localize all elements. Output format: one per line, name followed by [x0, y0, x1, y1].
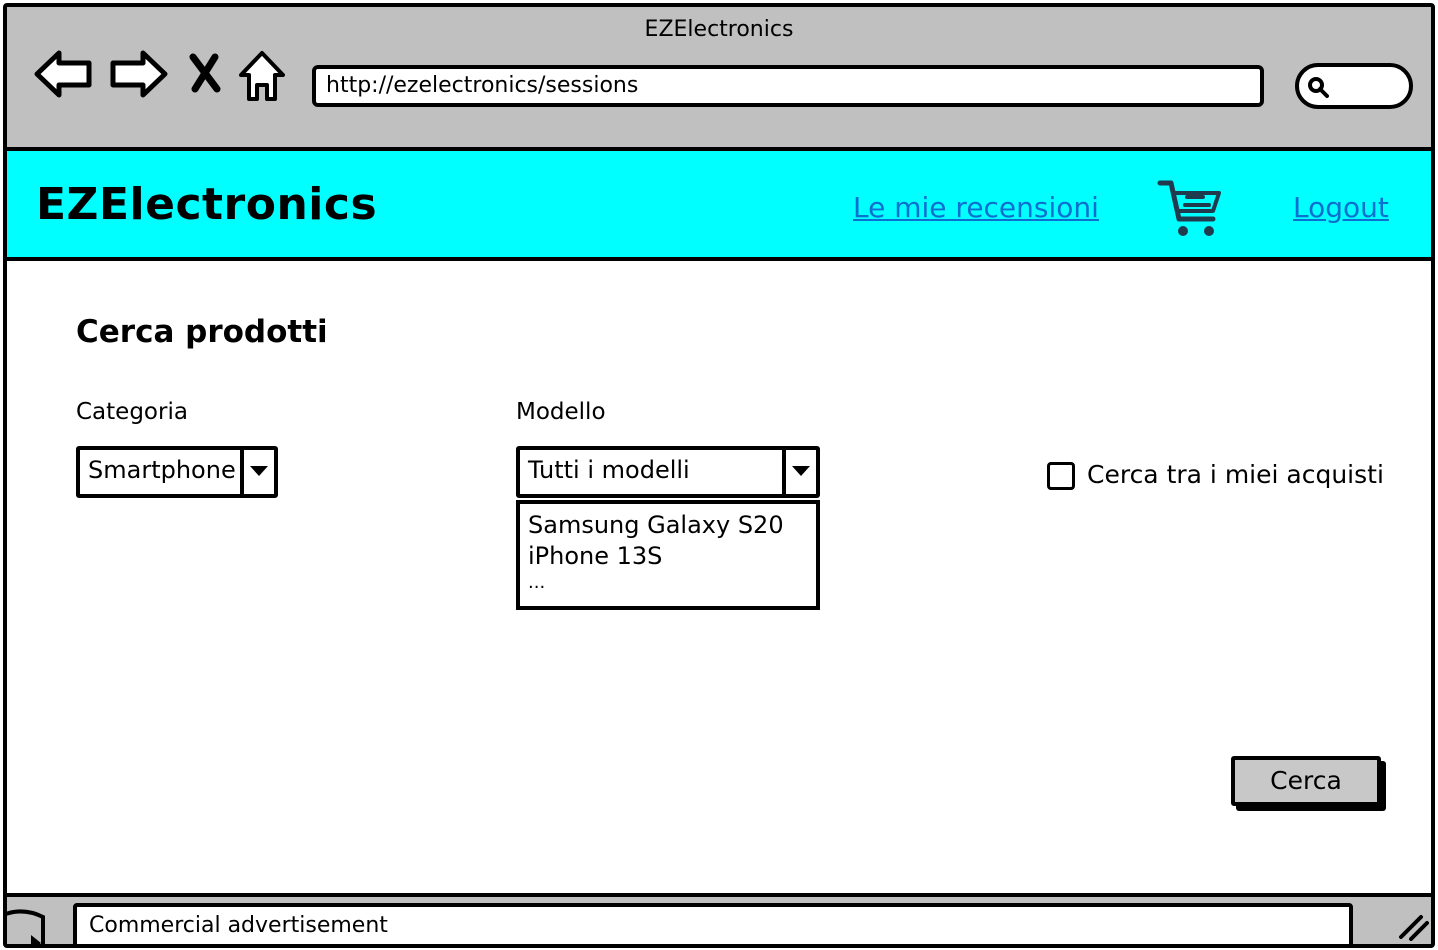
- arrow-right-icon[interactable]: [107, 47, 169, 101]
- logout-link[interactable]: Logout: [1293, 191, 1389, 224]
- speaker-icon: [7, 897, 53, 944]
- category-label: Categoria: [76, 399, 188, 425]
- search-icon: [1307, 76, 1329, 102]
- model-label: Modello: [516, 399, 606, 425]
- browser-search-field[interactable]: [1295, 63, 1413, 109]
- my-reviews-link[interactable]: Le mie recensioni: [853, 191, 1099, 224]
- ad-bar: Commercial advertisement: [7, 893, 1431, 944]
- chevron-down-icon[interactable]: [240, 450, 274, 494]
- purchases-checkbox-label: Cerca tra i miei acquisti: [1087, 460, 1384, 489]
- purchases-checkbox[interactable]: [1047, 462, 1075, 490]
- category-select-value: Smartphone: [88, 456, 236, 484]
- home-icon[interactable]: [237, 49, 287, 103]
- page-title: Cerca prodotti: [76, 314, 328, 350]
- model-option[interactable]: ...: [520, 572, 816, 594]
- site-header: EZElectronics Le mie recensioni Logout: [7, 147, 1431, 261]
- browser-window: EZElectronics http://ezelectronics/sessi…: [3, 3, 1435, 948]
- model-option[interactable]: Samsung Galaxy S20: [520, 510, 816, 541]
- advertisement-banner[interactable]: Commercial advertisement: [73, 903, 1353, 944]
- model-option[interactable]: iPhone 13S: [520, 541, 816, 572]
- model-select[interactable]: Tutti i modelli: [516, 446, 820, 498]
- url-bar[interactable]: http://ezelectronics/sessions: [312, 65, 1264, 107]
- close-icon[interactable]: [187, 53, 223, 93]
- model-select-value: Tutti i modelli: [528, 456, 690, 484]
- model-dropdown-list: Samsung Galaxy S20 iPhone 13S ...: [516, 500, 820, 610]
- arrow-left-icon[interactable]: [33, 47, 95, 101]
- brand-logo-text[interactable]: EZElectronics: [36, 179, 377, 230]
- category-select[interactable]: Smartphone: [76, 446, 278, 498]
- window-title: EZElectronics: [644, 17, 794, 42]
- search-submit-button[interactable]: Cerca: [1231, 756, 1381, 806]
- cart-icon[interactable]: [1157, 179, 1223, 245]
- chevron-down-icon[interactable]: [782, 450, 816, 494]
- browser-chrome: EZElectronics http://ezelectronics/sessi…: [7, 7, 1431, 147]
- resize-grip-icon[interactable]: [1397, 913, 1429, 944]
